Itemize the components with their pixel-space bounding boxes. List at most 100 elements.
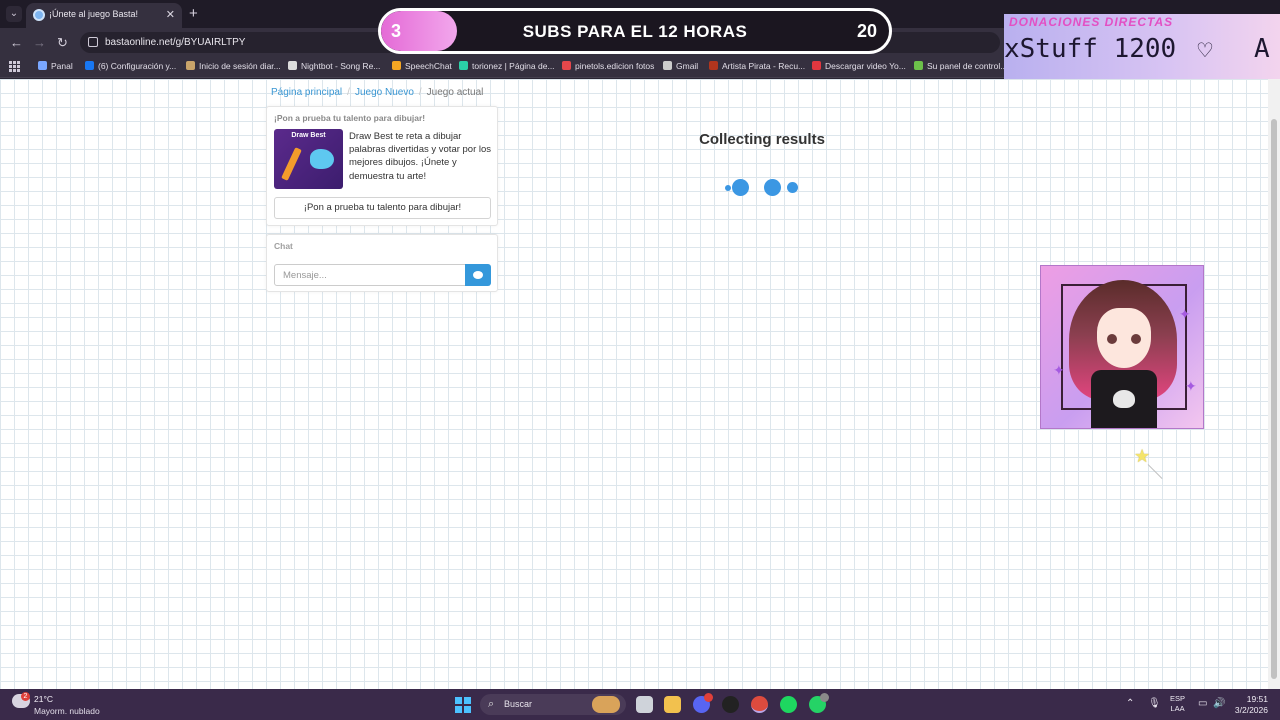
- skull-icon: [1113, 390, 1135, 408]
- promo-description: Draw Best te reta a dibujar palabras div…: [349, 131, 492, 182]
- sparkle-icon: ✦: [1179, 306, 1191, 322]
- loading-dot: [725, 185, 731, 191]
- obs-icon[interactable]: [722, 696, 739, 713]
- weather-condition[interactable]: Mayorm. nublado: [34, 706, 100, 716]
- send-message-button[interactable]: [465, 264, 491, 286]
- breadcrumb-separator: /: [347, 87, 350, 98]
- donations-header: DONACIONES DIRECTAS: [1009, 15, 1174, 29]
- donations-ticker: xStuff 1200: [1004, 34, 1177, 64]
- subs-goal-label: SUBS PARA EL 12 HORAS: [522, 22, 748, 41]
- twitch-icon: [459, 61, 468, 70]
- clock-time: 19:51: [1246, 694, 1268, 704]
- avatar-eye: [1107, 334, 1117, 344]
- tab-search-button[interactable]: ⌄: [6, 6, 22, 22]
- windows-start-icon[interactable]: [455, 697, 471, 713]
- facebook-icon: [85, 61, 94, 70]
- draw-best-thumbnail[interactable]: Draw Best: [274, 129, 343, 189]
- page-scrollbar[interactable]: [1268, 79, 1280, 689]
- apps-grid-icon[interactable]: [9, 61, 20, 72]
- forward-icon[interactable]: →: [33, 35, 46, 50]
- bookmark-item[interactable]: (6) Configuración y...: [85, 61, 176, 71]
- volume-icon[interactable]: 🔊: [1213, 698, 1225, 709]
- donations-overlay: DONACIONES DIRECTAS xStuff 1200 ♡ A: [1004, 14, 1280, 79]
- breadcrumb: Página principal / Juego Nuevo / Juego actua…: [271, 87, 483, 98]
- chat-card: Chat Mensaje...: [266, 234, 498, 292]
- tab-title: ¡Únete al juego Basta!: [49, 9, 139, 19]
- donations-ticker-tail: A: [1254, 34, 1270, 64]
- chat-title: Chat: [274, 241, 293, 251]
- url-text: bastaonline.net/g/BYUAIRLTPY: [105, 37, 246, 48]
- keyboard-layout: LAA: [1170, 704, 1185, 713]
- breadcrumb-separator: /: [418, 87, 422, 98]
- bookmark-item[interactable]: torionez | Página de...: [459, 61, 555, 71]
- breadcrumb-new-game-link[interactable]: Juego Nuevo: [355, 87, 414, 98]
- spotify-icon[interactable]: [780, 696, 797, 713]
- pencil-icon: [281, 147, 302, 181]
- breadcrumb-current: Juego actual: [426, 87, 484, 98]
- meta-icon: [38, 61, 47, 70]
- sparkle-icon: ✦: [1185, 378, 1197, 394]
- whatsapp-badge: [820, 693, 829, 702]
- chat-message-input[interactable]: Mensaje...: [274, 264, 466, 286]
- thumbnail-title: Draw Best: [291, 132, 326, 139]
- loading-dot: [732, 179, 749, 196]
- site-info-icon[interactable]: [88, 37, 98, 47]
- streamer-avatar-overlay: ✦ ✦ ✦: [1040, 265, 1204, 429]
- loading-dot: [764, 179, 781, 196]
- sparkle-icon: ✦: [1053, 362, 1065, 378]
- artista-pirata-icon: [709, 61, 718, 70]
- promo-card: ¡Pon a prueba tu talento para dibujar! D…: [266, 106, 498, 226]
- bookmark-item[interactable]: Descargar video Yo...: [812, 61, 906, 71]
- promo-title: ¡Pon a prueba tu talento para dibujar!: [274, 113, 426, 123]
- bookmark-item[interactable]: SpeechChat: [392, 61, 452, 71]
- tray-overflow-icon[interactable]: ⌃: [1126, 698, 1134, 709]
- subs-goal-target: 20: [856, 21, 877, 41]
- search-highlight-icon: [592, 696, 620, 713]
- nightbot-icon: [288, 61, 297, 70]
- globe-icon: [663, 61, 672, 70]
- download-icon: [812, 61, 821, 70]
- bookmark-item[interactable]: pinetols.edicion fotos: [562, 61, 654, 71]
- bookmark-item[interactable]: Gmail: [663, 61, 698, 71]
- new-tab-button[interactable]: +: [189, 5, 198, 22]
- breadcrumb-home-link[interactable]: Página principal: [271, 87, 342, 98]
- clock-date: 3/2/2026: [1234, 705, 1268, 715]
- bookmark-item[interactable]: Inicio de sesión diar...: [186, 61, 281, 71]
- language-indicator[interactable]: ESP LAA: [1170, 694, 1185, 714]
- network-icon[interactable]: ▭: [1198, 698, 1207, 709]
- avatar-eye: [1131, 334, 1141, 344]
- search-icon: ⌕: [488, 698, 495, 710]
- weather-badge: 2: [21, 692, 30, 701]
- discord-badge: [704, 693, 713, 702]
- task-view-icon[interactable]: [636, 696, 653, 713]
- clock[interactable]: 19:51 3/2/2026: [1232, 694, 1268, 716]
- leaf-icon: [914, 61, 923, 70]
- speechchat-icon: [392, 61, 401, 70]
- paint-splash-icon: [310, 149, 334, 169]
- draw-best-button[interactable]: ¡Pon a prueba tu talento para dibujar!: [274, 197, 491, 219]
- heart-icon: ♡: [1196, 40, 1214, 62]
- taskbar: 2 21°C Mayorm. nublado ⌕ Buscar ⌃ 🎙 ESP …: [0, 689, 1280, 720]
- bookmark-page-icon: [562, 61, 571, 70]
- microphone-icon[interactable]: 🎙: [1148, 698, 1161, 709]
- page-icon: [186, 61, 195, 70]
- language-code: ESP: [1170, 694, 1186, 703]
- bookmark-item[interactable]: Artista Pirata - Recu...: [709, 61, 805, 71]
- scrollbar-thumb[interactable]: [1271, 119, 1277, 679]
- bookmark-item[interactable]: Su panel de control...: [914, 61, 1007, 71]
- avatar-face: [1097, 308, 1151, 368]
- bookmark-item[interactable]: Panal: [38, 61, 73, 71]
- file-explorer-icon[interactable]: [664, 696, 681, 713]
- loading-dot: [787, 182, 798, 193]
- bookmark-item[interactable]: Nightbot - Song Re...: [288, 61, 380, 71]
- subs-goal-overlay: 3 SUBS PARA EL 12 HORAS 20: [378, 8, 892, 54]
- temperature[interactable]: 21°C: [34, 694, 53, 704]
- taskbar-search-label: Buscar: [504, 699, 533, 709]
- taskbar-search[interactable]: ⌕ Buscar: [480, 694, 626, 715]
- status-heading: Collecting results: [699, 131, 825, 148]
- back-icon[interactable]: ←: [10, 35, 23, 50]
- close-tab-icon[interactable]: ✕: [166, 8, 175, 21]
- chrome-icon[interactable]: [751, 696, 768, 713]
- active-tab[interactable]: ¡Únete al juego Basta! ✕: [26, 3, 182, 28]
- reload-icon[interactable]: ↻: [57, 35, 68, 51]
